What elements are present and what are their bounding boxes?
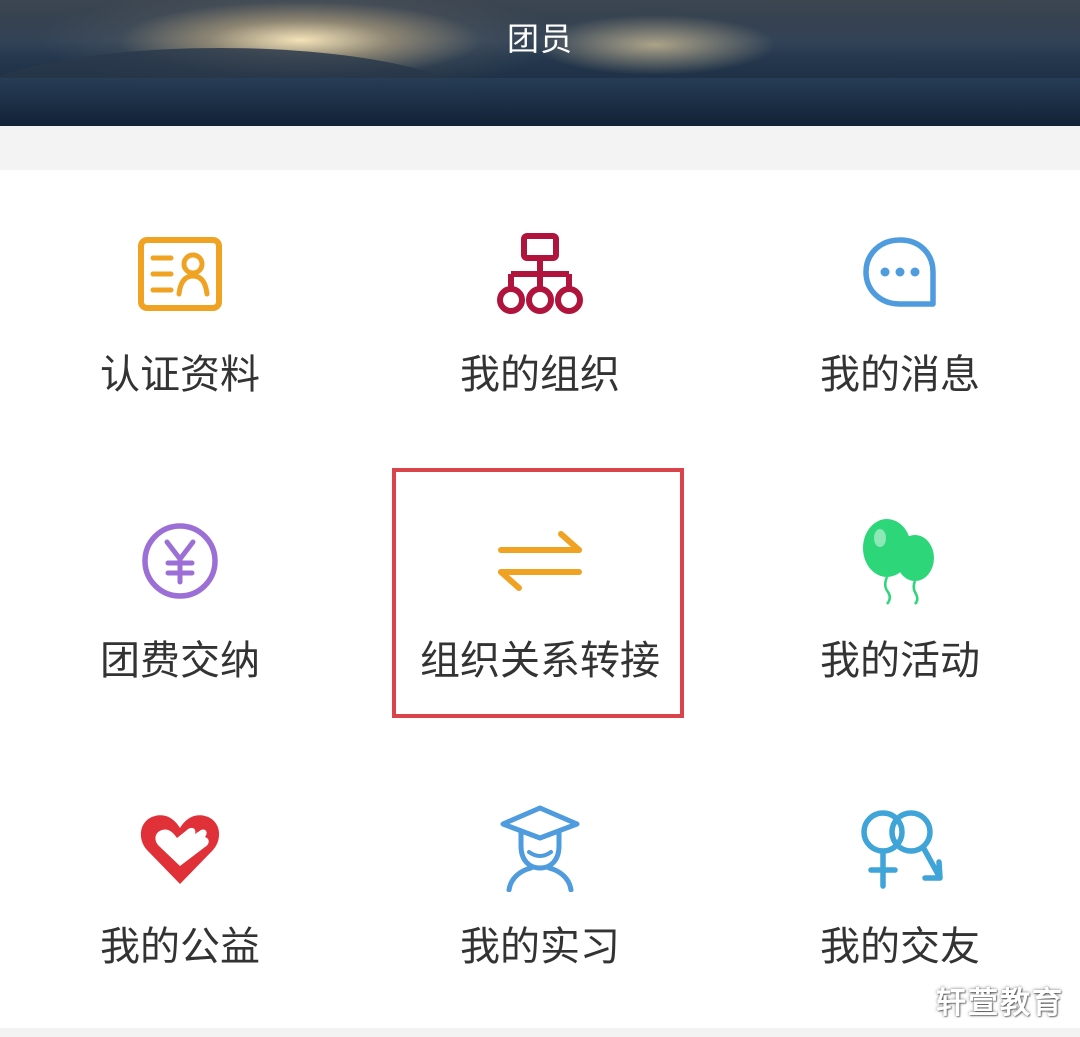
menu-item-label: 组织关系转接: [420, 638, 660, 684]
graduate-icon: [495, 802, 585, 892]
menu-item-my-messages[interactable]: 我的消息: [720, 170, 1080, 456]
menu-item-credentials[interactable]: 认证资料: [0, 170, 360, 456]
menu-item-label: 团费交纳: [100, 638, 260, 684]
transfer-arrows-icon: [495, 516, 585, 606]
menu-item-relation-transfer[interactable]: 组织关系转接: [360, 456, 720, 742]
menu-item-label: 认证资料: [100, 352, 260, 398]
balloons-icon: [855, 516, 945, 606]
screen: 团员 认证资料 我的组织 我的消息 团费交纳 组织关系转接 我的活动 我的公益 …: [0, 0, 1080, 1037]
watermark-text: 轩萱教育: [936, 986, 1064, 1021]
section-divider: [0, 126, 1080, 170]
page-title: 团员: [506, 20, 573, 58]
menu-item-label: 我的交友: [820, 924, 980, 970]
org-chart-icon: [495, 230, 585, 320]
id-card-icon: [135, 230, 225, 320]
menu-item-label: 我的消息: [820, 352, 980, 398]
menu-item-label: 我的实习: [460, 924, 620, 970]
heart-hand-icon: [135, 802, 225, 892]
gender-symbols-icon: [855, 802, 945, 892]
menu-grid: 认证资料 我的组织 我的消息 团费交纳 组织关系转接 我的活动 我的公益 我的实…: [0, 170, 1080, 1028]
menu-item-my-organization[interactable]: 我的组织: [360, 170, 720, 456]
menu-item-my-activities[interactable]: 我的活动: [720, 456, 1080, 742]
menu-item-public-welfare[interactable]: 我的公益: [0, 742, 360, 1028]
menu-item-label: 我的组织: [460, 352, 620, 398]
bottom-divider: [0, 1028, 1080, 1037]
chat-bubble-icon: [855, 230, 945, 320]
yuan-coin-icon: [135, 516, 225, 606]
banner-water: [0, 78, 1080, 126]
header-banner: 团员: [0, 0, 1080, 126]
menu-item-league-fee[interactable]: 团费交纳: [0, 456, 360, 742]
menu-item-label: 我的活动: [820, 638, 980, 684]
menu-item-my-internship[interactable]: 我的实习: [360, 742, 720, 1028]
menu-item-label: 我的公益: [100, 924, 260, 970]
